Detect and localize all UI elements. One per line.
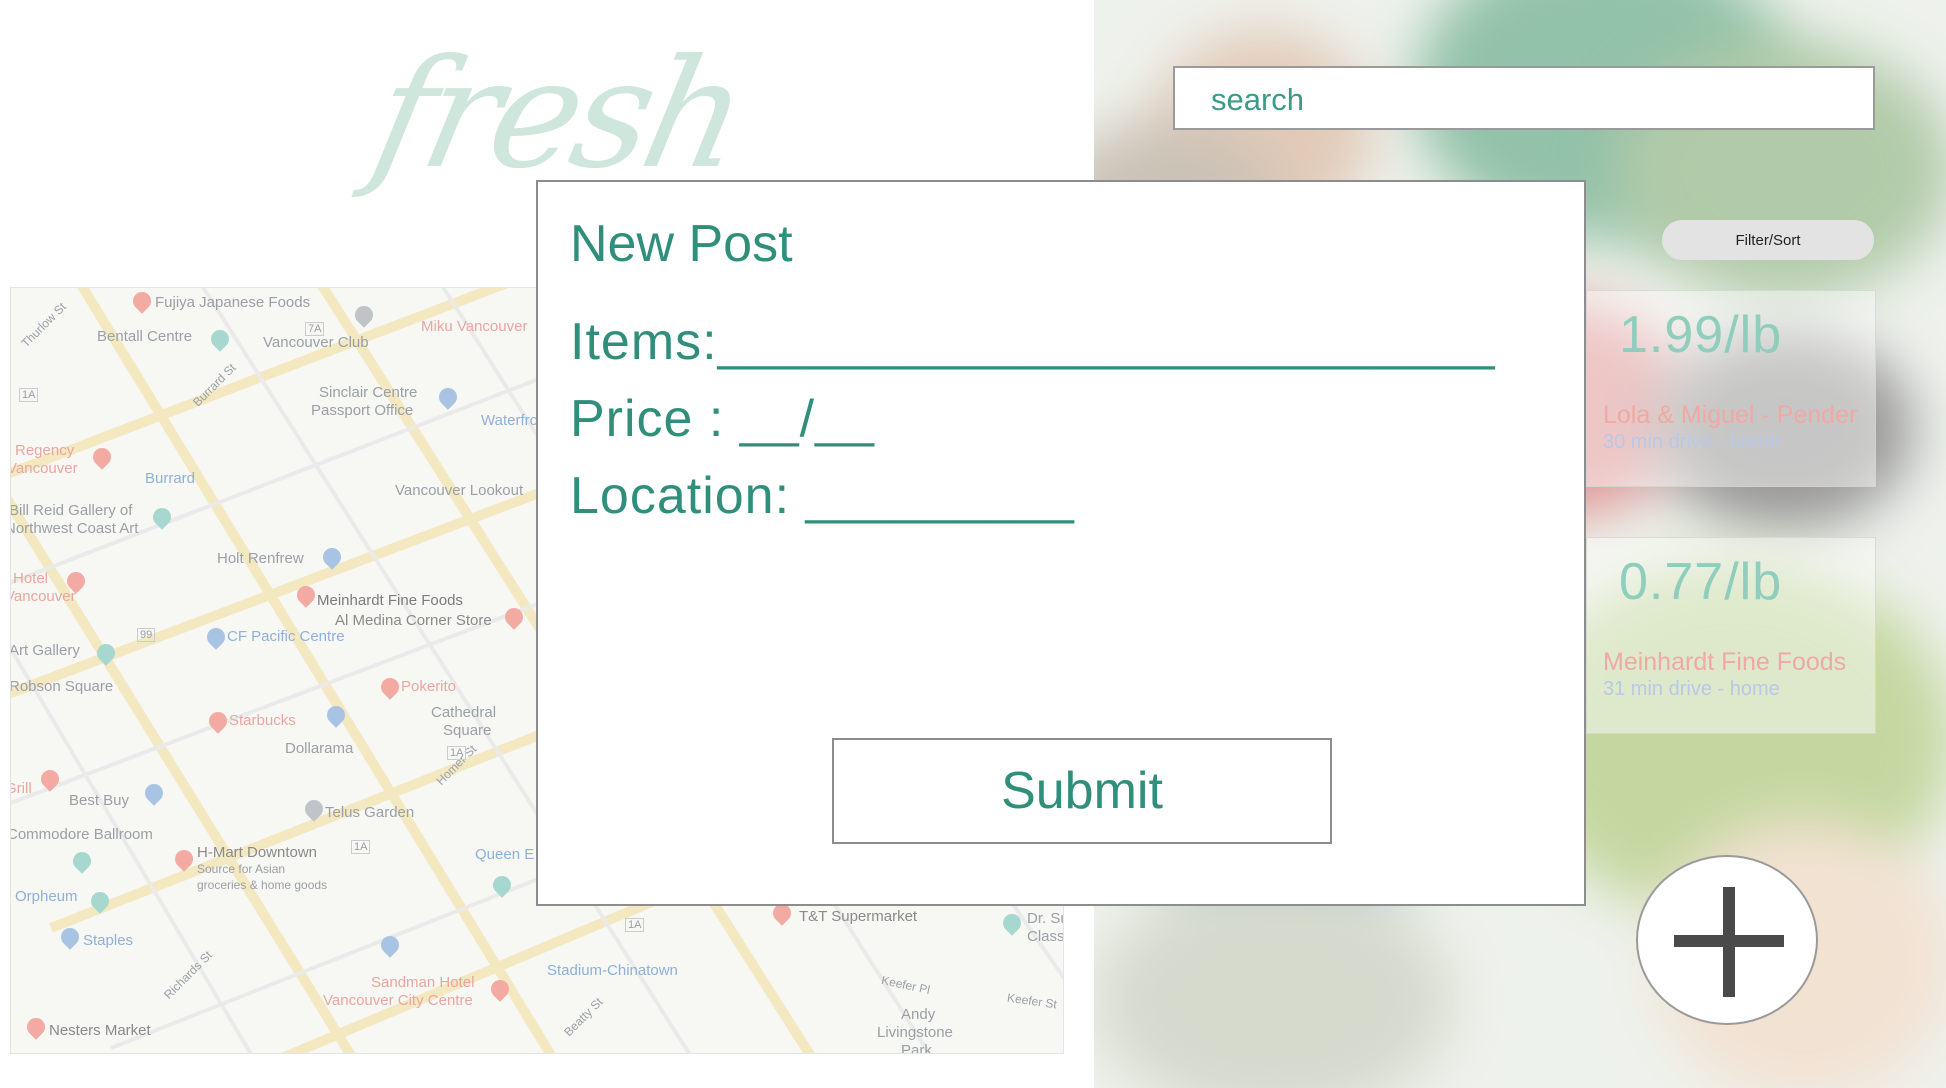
map-label: Vancouver [10,588,76,605]
map-label: Burrard [145,470,196,487]
map-label: Sinclair Centre [319,384,418,401]
map-label: Bill Reid Gallery of [10,502,133,519]
map-label: CF Pacific Centre [227,628,345,645]
map-label: Vancouver [10,460,78,477]
listing-card[interactable]: 1.99/lb Lola & Miguel - Pender 30 min dr… [1586,290,1876,487]
map-label: Livingstone [877,1024,953,1041]
map-label: Sandman Hotel [371,974,475,991]
submit-button[interactable]: Submit [832,738,1332,844]
map-label: Classical [1027,928,1064,945]
add-post-button[interactable] [1636,855,1818,1025]
route-shield: 1A [625,918,645,932]
search-input[interactable]: search [1173,66,1875,130]
route-shield: 1A [447,746,467,760]
search-placeholder: search [1211,82,1305,117]
map-label: Vancouver City Centre [323,992,473,1009]
map-label: T&T Supermarket [799,908,918,925]
map-label: Robson Square [10,678,114,695]
map-label: Nesters Market [49,1022,151,1039]
map-label: Hotel [13,570,49,587]
fresh-logo: fresh [359,28,757,202]
location-field[interactable]: Location: _________ [570,466,1075,526]
map-label: Orpheum [15,888,78,905]
map-label: Starbucks [229,712,296,729]
map-label: Square [443,722,492,739]
map-label: Stadium-Chinatown [547,962,678,979]
map-label: Fujiya Japanese Foods [155,294,311,311]
listing-store: Lola & Miguel - Pender [1603,401,1858,429]
map-label: Source for Asian [197,862,286,876]
map-label: Pokerito [401,678,457,695]
map-label: Grill [11,780,32,797]
map-label: Telus Garden [325,804,415,821]
map-label: Al Medina Corner Store [335,612,492,629]
listing-meta: 30 min drive - home [1603,431,1780,453]
map-label: Bentall Centre [97,328,193,345]
new-post-modal: New Post Items:_________________________… [536,180,1586,906]
map-label: Park [901,1042,932,1054]
map-label: Staples [83,932,134,949]
map-label: Miku Vancouver [421,318,528,335]
listing-card[interactable]: 0.77/lb Meinhardt Fine Foods 31 min driv… [1586,537,1876,734]
map-label: groceries & home goods [197,878,328,892]
map-label: Meinhardt Fine Foods [317,592,463,609]
map-label: Vancouver Club [263,334,369,351]
route-shield: 7A [305,322,325,336]
listing-price: 0.77/lb [1619,553,1783,611]
modal-title: New Post [570,215,793,273]
listing-meta: 31 min drive - home [1603,678,1780,700]
map-label: Passport Office [311,402,414,419]
listing-price: 1.99/lb [1619,306,1783,364]
route-shield: 1A [19,388,39,402]
price-field[interactable]: Price : __/__ [570,389,875,449]
map-label: Best Buy [69,792,130,809]
map-label: Queen E [475,846,535,863]
route-shield: 99 [137,628,156,642]
map-label: Art Gallery [10,642,80,659]
map-label: Dr. Sun [1027,910,1063,927]
filter-sort-button[interactable]: Filter/Sort [1662,220,1874,260]
map-label: Holt Renfrew [217,550,304,567]
map-label: Commodore Ballroom [10,826,153,843]
map-label: Northwest Coast Art [10,520,139,537]
map-label: Regency [15,442,75,459]
items-field[interactable]: Items:__________________________ [570,312,1496,372]
map-label: Dollarama [285,740,354,757]
listing-store: Meinhardt Fine Foods [1603,648,1847,676]
map-label: Cathedral [431,704,497,721]
map-label: Vancouver Lookout [395,482,524,499]
route-shield: 1A [351,840,371,854]
map-label: Andy [901,1006,936,1023]
map-label: H-Mart Downtown [197,844,318,861]
